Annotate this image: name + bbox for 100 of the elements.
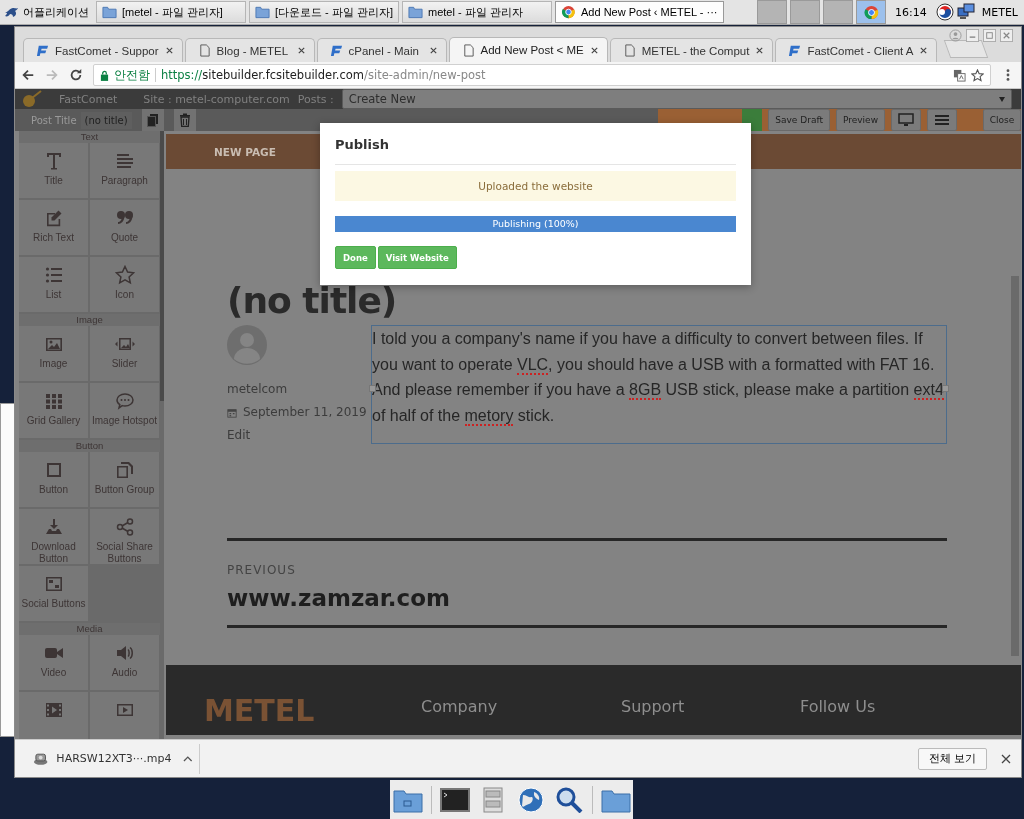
save-draft-button[interactable]: Save Draft	[768, 109, 830, 131]
previous-label: PREVIOUS	[227, 563, 297, 577]
dialog-title: Publish	[335, 123, 736, 165]
reload-icon[interactable]	[69, 68, 83, 82]
widget-tile[interactable]: Rich Text	[19, 200, 88, 255]
trash-icon[interactable]	[173, 109, 196, 131]
close-icon[interactable]	[296, 46, 306, 55]
widget-tile[interactable]: Audio	[90, 635, 159, 690]
scrollbar[interactable]	[1011, 276, 1019, 656]
show-all-button[interactable]: 전체 보기	[917, 747, 987, 770]
widget-tile[interactable]: Video	[19, 635, 88, 690]
author-link[interactable]: metelcom	[227, 381, 288, 398]
close-button[interactable]: Close	[983, 109, 1021, 131]
clock: 16:14	[895, 5, 927, 19]
dialog-button[interactable]: Visit Website	[377, 246, 457, 269]
browser-tab[interactable]: cPanel - Main	[316, 38, 447, 62]
widget-tile[interactable]	[90, 692, 159, 739]
logo-icon	[21, 89, 43, 109]
speech-bubble-icon	[114, 391, 135, 411]
terminal-icon[interactable]	[439, 786, 470, 813]
widget-tile[interactable]: Slider	[90, 326, 159, 381]
browser-tab[interactable]: FastComet - Client A	[775, 38, 938, 62]
taskbar-button[interactable]: metel - 파일 관리자	[402, 1, 552, 23]
taskbar-button[interactable]: [metel - 파일 관리자]	[96, 1, 246, 23]
network-icon[interactable]	[956, 3, 975, 21]
input-method-icon[interactable]	[935, 3, 954, 21]
film-icon	[43, 700, 64, 720]
taskbar-button[interactable]: Add New Post ‹ METEL - ···	[555, 1, 724, 23]
bookmark-star-icon[interactable]	[971, 68, 984, 82]
brand-name: FastComet	[59, 92, 118, 106]
brand-icon	[788, 44, 802, 57]
post-title: (no title)	[227, 281, 398, 321]
copy-icon[interactable]	[141, 109, 164, 131]
footer-heading: Company	[421, 697, 498, 716]
taskbar-button[interactable]: [다운로드 - 파일 관리자]	[249, 1, 399, 23]
widget-tile[interactable]: Icon	[90, 257, 159, 312]
edit-link[interactable]: Edit	[227, 427, 251, 444]
posts-dropdown[interactable]: Create New	[341, 89, 1012, 109]
lock-icon	[100, 69, 109, 81]
close-icon[interactable]	[428, 46, 438, 55]
translate-icon[interactable]	[953, 68, 966, 82]
workspace-switcher[interactable]	[856, 0, 887, 24]
site-label: Site : metel-computer.com	[143, 92, 290, 106]
star-icon	[114, 265, 135, 285]
widget-tile[interactable]: Image	[19, 326, 88, 381]
widget-tile[interactable]: Quote	[90, 200, 159, 255]
share-icon	[114, 517, 135, 537]
browser-tab[interactable]: Add New Post < ME	[448, 37, 608, 62]
maximize-icon[interactable]	[983, 29, 996, 42]
post-title-field[interactable]: (no title)	[80, 111, 132, 129]
folder-icon	[255, 5, 270, 19]
widget-tile[interactable]: Grid Gallery	[19, 383, 88, 438]
browser-tab[interactable]: METEL - the Comput	[609, 38, 774, 62]
close-icon[interactable]	[589, 45, 599, 55]
applications-menu[interactable]: 어플리케이션	[2, 0, 93, 24]
address-field[interactable]: 안전함 https://sitebuilder.fcsitebuilder.com/site-admin/new-post	[93, 64, 991, 86]
progress-label: Publishing (100%)	[491, 217, 580, 231]
widget-tile[interactable]: Image Hotspot	[90, 383, 159, 438]
widget-tile[interactable]: Button Group	[90, 452, 159, 507]
minimize-icon[interactable]	[966, 29, 979, 42]
close-icon[interactable]	[164, 46, 174, 55]
document-icon	[461, 43, 475, 57]
menu-button[interactable]	[927, 109, 957, 131]
workspace-switcher[interactable]	[823, 0, 854, 24]
brand-icon	[329, 44, 343, 57]
widget-tile[interactable]: Social Share Buttons	[90, 509, 159, 564]
browser-logo-icon	[561, 5, 576, 19]
status-message: Uploaded the website	[335, 171, 736, 201]
nav-link[interactable]: NEW PAGE	[214, 145, 276, 158]
dialog-button[interactable]: Done	[335, 246, 376, 269]
profile-icon[interactable]	[949, 29, 962, 42]
caret-icon[interactable]	[183, 754, 193, 763]
folder-icon	[408, 5, 423, 19]
user-name: METEL	[981, 5, 1018, 19]
workspace-switcher[interactable]	[757, 0, 788, 24]
close-icon[interactable]	[1001, 753, 1011, 764]
list-icon	[43, 265, 64, 285]
footer-heading: Support	[621, 697, 685, 716]
menu-icon	[935, 114, 949, 126]
workspace-switcher[interactable]	[790, 0, 821, 24]
widget-tile[interactable]: Button	[19, 452, 88, 507]
post-date: September 11, 2019	[243, 404, 367, 421]
close-icon[interactable]	[919, 46, 929, 55]
widget-tile[interactable]: List	[19, 257, 88, 312]
globe-icon[interactable]	[515, 786, 546, 813]
footer-heading: Follow Us	[800, 697, 876, 716]
back-icon[interactable]	[21, 68, 35, 82]
browser-tab[interactable]: Blog - METEL	[184, 38, 315, 62]
preview-button[interactable]: Preview	[835, 109, 885, 131]
close-icon[interactable]	[755, 46, 765, 55]
document-icon	[622, 44, 636, 57]
download-item[interactable]: HARSW12XT3···.mp4	[33, 750, 193, 767]
browser-tab[interactable]: FastComet - Suppor	[23, 38, 183, 62]
widget-tile[interactable]: Download Button	[19, 509, 88, 564]
widget-tile[interactable]: Social Buttons	[19, 566, 88, 621]
previous-post-link[interactable]: www.zamzar.com	[227, 585, 947, 611]
desktop-view-button[interactable]	[891, 109, 921, 131]
widget-tile[interactable]: Paragraph	[90, 143, 159, 198]
widget-tile[interactable]: Title	[19, 143, 88, 198]
widget-tile[interactable]	[19, 692, 88, 739]
